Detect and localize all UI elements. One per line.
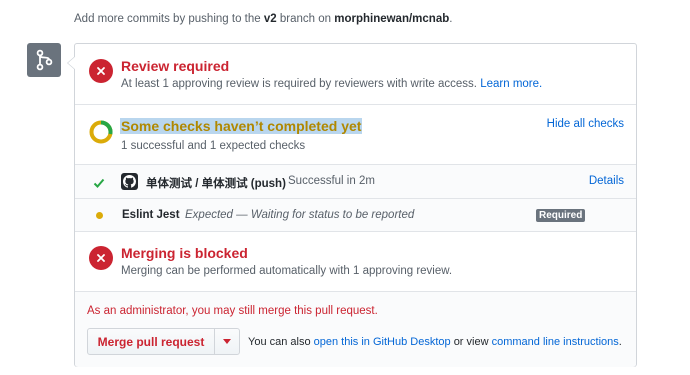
also-prefix: You can also — [248, 336, 311, 348]
review-description: At least 1 approving review is required … — [121, 78, 542, 90]
merging-title: Merging is blocked — [121, 245, 248, 261]
learn-more-link[interactable]: Learn more. — [480, 78, 542, 90]
merging-section: Merging is blocked Merging can be perfor… — [75, 232, 636, 291]
check-row: 单体测试 / 单体测试 (push) Successful in 2m Deta… — [75, 165, 636, 199]
check-row: Eslint Jest Expected — Waiting for statu… — [75, 199, 636, 232]
merging-description: Merging can be performed automatically w… — [121, 265, 453, 277]
push-hint-middle: branch on — [279, 13, 332, 25]
push-hint: Add more commits by pushing to the v2 br… — [74, 13, 452, 25]
check-icon — [93, 176, 105, 194]
check-name: Eslint Jest — [122, 209, 180, 221]
command-line-link[interactable]: command line instructions — [492, 336, 619, 348]
check-name: 单体测试 / 单体测试 (push) — [146, 178, 286, 190]
checks-pending-ring-icon — [89, 120, 113, 144]
admin-note: As an administrator, you may still merge… — [87, 305, 378, 317]
pending-dot-icon — [96, 212, 103, 219]
github-logo-icon — [121, 173, 138, 190]
git-merge-icon — [27, 43, 61, 77]
push-hint-suffix: . — [449, 13, 453, 25]
repo-name: morphinewan/mcnab — [334, 13, 450, 25]
github-desktop-link[interactable]: open this in GitHub Desktop — [314, 336, 451, 348]
review-description-text: At least 1 approving review is required … — [121, 78, 478, 90]
merge-button-group: Merge pull request — [87, 328, 240, 355]
required-badge: Required — [536, 209, 586, 222]
hide-all-checks-link[interactable]: Hide all checks — [547, 118, 624, 130]
checks-title: Some checks haven’t completed yet — [120, 118, 363, 134]
alternative-merge-hint: You can also open this in GitHub Desktop… — [248, 336, 622, 348]
details-link[interactable]: Details — [589, 175, 624, 187]
merge-status-box: Review required At least 1 approving rev… — [67, 43, 637, 367]
review-title: Review required — [121, 58, 230, 74]
checks-summary: 1 successful and 1 expected checks — [121, 140, 306, 152]
merging-x-icon — [89, 246, 113, 270]
admin-merge-area: As an administrator, you may still merge… — [75, 291, 636, 367]
check-status: Successful in 2m — [288, 175, 375, 187]
checks-section: Some checks haven’t completed yet 1 succ… — [75, 105, 636, 165]
merge-method-dropdown[interactable] — [215, 329, 239, 354]
caret-down-icon — [223, 339, 231, 344]
check-status: Expected — Waiting for status to be repo… — [185, 209, 415, 221]
review-x-icon — [89, 59, 113, 83]
push-hint-prefix: Add more commits by pushing to the — [74, 13, 261, 25]
branch-name: v2 — [263, 13, 277, 25]
also-middle: or view — [453, 336, 489, 348]
merge-pull-request-button[interactable]: Merge pull request — [88, 329, 215, 354]
also-suffix: . — [618, 336, 622, 348]
review-section: Review required At least 1 approving rev… — [75, 44, 636, 105]
